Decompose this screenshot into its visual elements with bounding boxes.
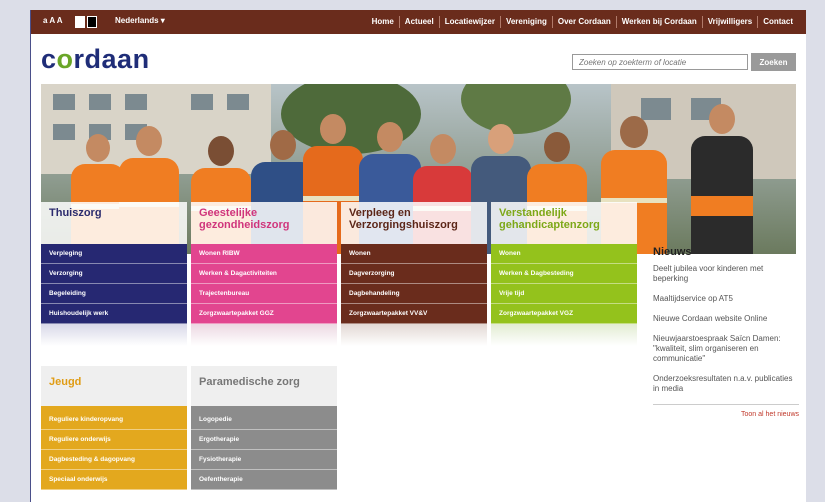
category-paramedisch: Paramedische zorg Logopedie Ergotherapie…: [191, 366, 337, 490]
category-link[interactable]: Werken & Dagactiviteiten: [191, 264, 337, 284]
category-title[interactable]: Jeugd: [41, 366, 187, 406]
category-verpleeg: Verpleeg en Verzorgingshuiszorg Wonen Da…: [341, 202, 487, 346]
category-title[interactable]: Verpleeg en Verzorgingshuiszorg: [341, 202, 487, 244]
cordaan-logo[interactable]: cordaan: [41, 44, 150, 75]
top-navigation: Home Actueel Locatiewijzer Vereniging Ov…: [367, 16, 798, 28]
category-link[interactable]: Wonen: [341, 244, 487, 264]
nav-actueel[interactable]: Actueel: [398, 16, 439, 28]
category-link[interactable]: Reguliere kinderopvang: [41, 410, 187, 430]
page: a A A Nederlands ▾ Home Actueel Locatiew…: [30, 10, 806, 502]
contrast-light-icon[interactable]: [75, 16, 85, 28]
category-ggz: Geestelijke gezondheidszorg Wonen RIBW W…: [191, 202, 337, 346]
category-link[interactable]: Reguliere onderwijs: [41, 430, 187, 450]
all-news-link[interactable]: Toon al het nieuws: [653, 404, 799, 418]
contrast-dark-icon[interactable]: [87, 16, 97, 28]
category-links: Reguliere kinderopvang Reguliere onderwi…: [41, 406, 187, 490]
category-links: Wonen Dagverzorging Dagbehandeling Zorgz…: [341, 244, 487, 324]
category-link[interactable]: Verzorging: [41, 264, 187, 284]
category-link[interactable]: Ergotherapie: [191, 430, 337, 450]
language-selector[interactable]: Nederlands ▾: [115, 16, 165, 25]
category-link[interactable]: Dagverzorging: [341, 264, 487, 284]
tile-footer: [191, 324, 337, 346]
news-panel: Nieuws Deelt jubilea voor kinderen met b…: [653, 246, 799, 418]
news-item[interactable]: Nieuwe Cordaan website Online: [653, 314, 799, 329]
category-title[interactable]: Geestelijke gezondheidszorg: [191, 202, 337, 244]
category-link[interactable]: Zorgzwaartepakket VV&V: [341, 304, 487, 324]
category-links: Logopedie Ergotherapie Fysiotherapie Oef…: [191, 406, 337, 490]
category-link[interactable]: Vrije tijd: [491, 284, 637, 304]
nav-home[interactable]: Home: [367, 16, 399, 28]
news-item[interactable]: Nieuwjaarstoespraak Saïcn Damen: "kwalit…: [653, 334, 799, 369]
category-link[interactable]: Verpleging: [41, 244, 187, 264]
category-thuiszorg: Thuiszorg Verpleging Verzorging Begeleid…: [41, 202, 187, 346]
tile-footer: [341, 324, 487, 346]
news-item[interactable]: Maaltijdservice op AT5: [653, 294, 799, 309]
category-link[interactable]: Dagbesteding & dagopvang: [41, 450, 187, 470]
category-link[interactable]: Wonen: [491, 244, 637, 264]
category-link[interactable]: Fysiotherapie: [191, 450, 337, 470]
tile-footer: [491, 324, 637, 346]
category-link[interactable]: Zorgzwaartepakket VGZ: [491, 304, 637, 324]
news-title: Nieuws: [653, 246, 692, 258]
category-links: Wonen Werken & Dagbesteding Vrije tijd Z…: [491, 244, 637, 324]
tile-footer: [41, 324, 187, 346]
category-jeugd: Jeugd Reguliere kinderopvang Reguliere o…: [41, 366, 187, 490]
category-link[interactable]: Wonen RIBW: [191, 244, 337, 264]
category-links: Wonen RIBW Werken & Dagactiviteiten Traj…: [191, 244, 337, 324]
category-link[interactable]: Huishoudelijk werk: [41, 304, 187, 324]
category-links: Verpleging Verzorging Begeleiding Huisho…: [41, 244, 187, 324]
news-item[interactable]: Onderzoeksresultaten n.a.v. publicaties …: [653, 374, 799, 399]
category-title[interactable]: Paramedische zorg: [191, 366, 337, 406]
category-link[interactable]: Speciaal onderwijs: [41, 470, 187, 490]
nav-vrijwilligers[interactable]: Vrijwilligers: [701, 16, 757, 28]
category-link[interactable]: Dagbehandeling: [341, 284, 487, 304]
nav-locatiewijzer[interactable]: Locatiewijzer: [438, 16, 500, 28]
nav-vereniging[interactable]: Vereniging: [499, 16, 552, 28]
nav-werken-bij-cordaan[interactable]: Werken bij Cordaan: [615, 16, 702, 28]
font-size-control[interactable]: a A A: [43, 16, 63, 25]
nav-over-cordaan[interactable]: Over Cordaan: [551, 16, 616, 28]
category-link[interactable]: Oefentherapie: [191, 470, 337, 490]
category-vgz: Verstandelijk gehandicaptenzorg Wonen We…: [491, 202, 637, 346]
category-title[interactable]: Thuiszorg: [41, 202, 187, 244]
category-link[interactable]: Begeleiding: [41, 284, 187, 304]
category-title[interactable]: Verstandelijk gehandicaptenzorg: [491, 202, 637, 244]
news-item[interactable]: Deelt jubilea voor kinderen met beperkin…: [653, 264, 799, 289]
category-link[interactable]: Trajectenbureau: [191, 284, 337, 304]
top-bar: a A A Nederlands ▾ Home Actueel Locatiew…: [31, 10, 806, 34]
category-link[interactable]: Zorgzwaartepakket GGZ: [191, 304, 337, 324]
nav-contact[interactable]: Contact: [757, 16, 798, 28]
search-button[interactable]: Zoeken: [751, 53, 796, 71]
search-input[interactable]: [572, 54, 748, 70]
category-link[interactable]: Logopedie: [191, 410, 337, 430]
category-link[interactable]: Werken & Dagbesteding: [491, 264, 637, 284]
